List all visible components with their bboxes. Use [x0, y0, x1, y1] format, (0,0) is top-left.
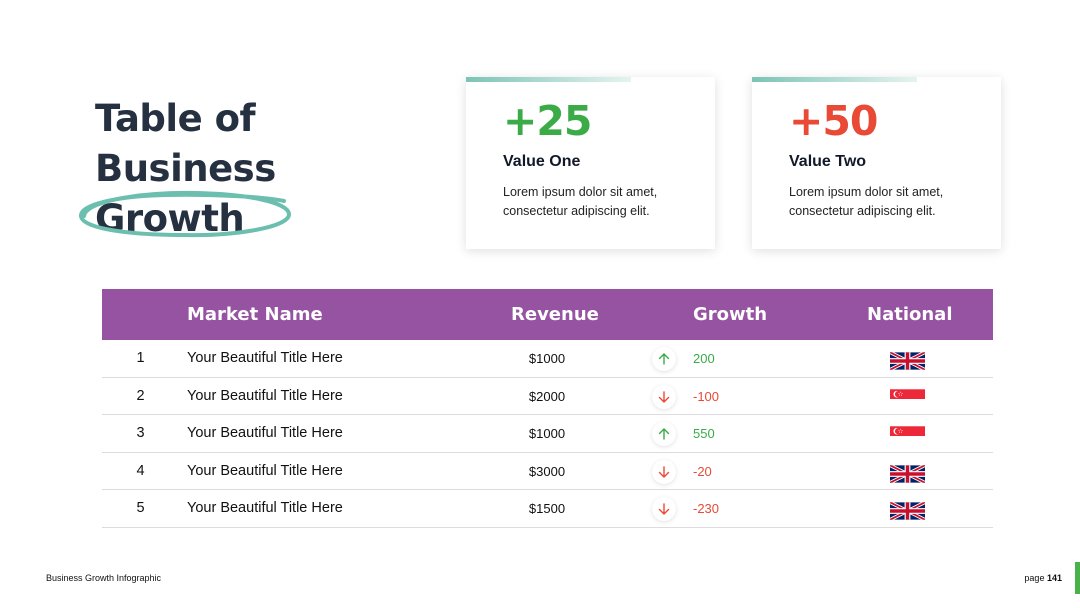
growth-value: 200 — [693, 351, 715, 366]
page-number-value: 141 — [1046, 573, 1062, 583]
stat-description: Lorem ipsum dolor sit amet, consectetur … — [789, 185, 944, 218]
growth-table: Market Name Revenue Growth National 1 You… — [102, 289, 993, 528]
arrow-down-icon — [652, 497, 676, 522]
revenue-value: $1000 — [528, 426, 566, 442]
arrow-down-icon — [652, 459, 676, 484]
uk-flag-icon — [890, 499, 925, 521]
row-number: 3 — [136, 425, 145, 442]
row-number: 2 — [136, 387, 145, 404]
market-name: Your Beautiful Title Here — [187, 387, 343, 404]
market-name: Your Beautiful Title Here — [187, 500, 343, 517]
header-national: National — [867, 304, 953, 325]
revenue-value: $3000 — [528, 463, 566, 479]
stat-value: +25 — [503, 97, 592, 145]
card-accent-bar — [466, 77, 631, 82]
singapore-flag-icon — [890, 387, 925, 409]
title-line-1: Table of — [95, 97, 256, 140]
highlight-ring-icon — [79, 190, 291, 238]
table-header: Market Name Revenue Growth National — [102, 289, 993, 340]
uk-flag-icon — [890, 462, 925, 483]
header-revenue: Revenue — [511, 304, 599, 325]
table-body: 1 Your Beautiful Title Here $1000 200 2 Your … — [102, 340, 993, 528]
page-number: page 141 — [1024, 573, 1062, 583]
stat-label: Value Two — [789, 153, 867, 170]
singapore-flag-icon — [890, 424, 925, 446]
table-row: 1 Your Beautiful Title Here $1000 200 — [102, 340, 993, 378]
arrow-up-icon — [652, 422, 676, 447]
row-number: 1 — [136, 350, 145, 366]
market-name: Your Beautiful Title Here — [187, 462, 343, 479]
revenue-value: $2000 — [528, 388, 566, 404]
card-accent-bar — [752, 77, 917, 82]
stat-value: +50 — [789, 97, 878, 145]
arrow-down-icon — [652, 384, 676, 409]
page-prefix: page — [1024, 573, 1045, 583]
growth-value: -230 — [693, 501, 720, 517]
growth-value: -100 — [693, 388, 720, 404]
row-number: 4 — [136, 462, 145, 479]
stat-card-one: +25 Value One Lorem ipsum dolor sit amet… — [466, 77, 715, 249]
table-row: 4 Your Beautiful Title Here $3000 -20 — [102, 453, 993, 491]
row-number: 5 — [136, 500, 145, 517]
growth-value: -20 — [693, 463, 712, 479]
revenue-value: $1000 — [528, 351, 566, 366]
market-name: Your Beautiful Title Here — [187, 350, 343, 366]
header-growth: Growth — [693, 304, 768, 325]
header-market-name: Market Name — [187, 304, 323, 325]
stat-label: Value One — [503, 153, 581, 170]
growth-value: 550 — [693, 426, 715, 442]
footer-title: Business Growth Infographic — [46, 573, 162, 583]
uk-flag-icon — [890, 349, 925, 370]
arrow-up-icon — [652, 347, 676, 371]
table-row: 2 Your Beautiful Title Here $2000 -100 — [102, 378, 993, 416]
table-row: 3 Your Beautiful Title Here $1000 550 — [102, 415, 993, 453]
table-row: 5 Your Beautiful Title Here $1500 -230 — [102, 490, 993, 528]
stat-card-two: +50 Value Two Lorem ipsum dolor sit amet… — [752, 77, 1001, 249]
revenue-value: $1500 — [528, 501, 566, 517]
stat-description: Lorem ipsum dolor sit amet, consectetur … — [503, 185, 658, 218]
market-name: Your Beautiful Title Here — [187, 425, 343, 442]
footer-accent-bar — [1075, 562, 1080, 594]
